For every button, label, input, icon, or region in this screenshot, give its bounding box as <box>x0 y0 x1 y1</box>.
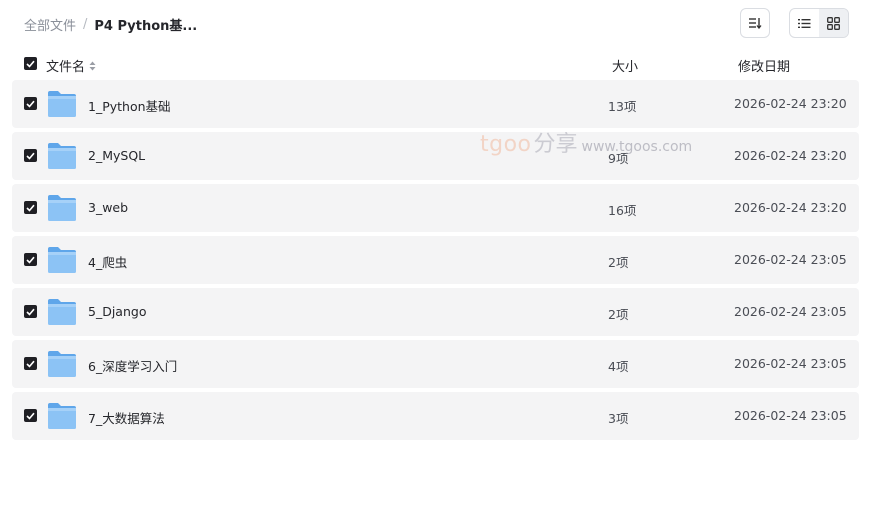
row-checkbox[interactable] <box>24 357 37 370</box>
sort-caret-icon <box>89 61 96 71</box>
select-all-checkbox[interactable] <box>24 57 37 70</box>
list-view-button[interactable] <box>790 9 819 37</box>
column-header-name[interactable]: 文件名 <box>46 56 96 75</box>
file-row[interactable]: 7_大数据算法 3项 2026-02-24 23:05 <box>12 392 859 440</box>
file-name[interactable]: 2_MySQL <box>88 148 145 163</box>
grid-view-icon <box>827 16 840 30</box>
file-name[interactable]: 4_爬虫 <box>88 252 127 271</box>
checkmark-icon <box>26 60 35 68</box>
file-name[interactable]: 1_Python基础 <box>88 96 171 115</box>
file-browser: 全部文件 / P4 Python基... 文件名 大小 修改日期 1_Pytho… <box>0 0 874 514</box>
row-checkbox[interactable] <box>24 305 37 318</box>
folder-icon <box>47 142 77 170</box>
sort-descending-icon <box>749 18 762 29</box>
breadcrumb: 全部文件 / P4 Python基... <box>24 14 197 34</box>
file-size: 4项 <box>608 359 629 374</box>
file-row[interactable]: 1_Python基础 13项 2026-02-24 23:20 <box>12 80 859 128</box>
row-checkbox[interactable] <box>24 253 37 266</box>
file-size: 2项 <box>608 255 629 270</box>
file-row[interactable]: 3_web 16项 2026-02-24 23:20 <box>12 184 859 232</box>
file-name[interactable]: 7_大数据算法 <box>88 408 165 427</box>
checkmark-icon <box>26 360 35 368</box>
checkmark-icon <box>26 256 35 264</box>
breadcrumb-current: P4 Python基... <box>94 18 198 34</box>
column-header-date: 修改日期 <box>738 60 791 75</box>
checkmark-icon <box>26 308 35 316</box>
sort-button[interactable] <box>740 8 770 38</box>
file-list: 1_Python基础 13项 2026-02-24 23:20 2_MySQL … <box>12 80 859 444</box>
column-header-size: 大小 <box>612 60 639 75</box>
file-modified-date: 2026-02-24 23:05 <box>734 356 847 371</box>
file-modified-date: 2026-02-24 23:20 <box>734 96 847 111</box>
file-name[interactable]: 3_web <box>88 200 128 215</box>
file-name[interactable]: 6_深度学习入门 <box>88 356 177 375</box>
grid-view-button[interactable] <box>819 9 848 37</box>
folder-icon <box>47 298 77 326</box>
folder-icon <box>47 350 77 378</box>
row-checkbox[interactable] <box>24 409 37 422</box>
file-modified-date: 2026-02-24 23:20 <box>734 148 847 163</box>
list-view-icon <box>798 18 811 28</box>
file-row[interactable]: 5_Django 2项 2026-02-24 23:05 <box>12 288 859 336</box>
file-modified-date: 2026-02-24 23:05 <box>734 408 847 423</box>
file-size: 16项 <box>608 203 637 218</box>
file-name[interactable]: 5_Django <box>88 304 146 319</box>
view-toggle <box>789 8 849 38</box>
folder-icon <box>47 90 77 118</box>
row-checkbox[interactable] <box>24 97 37 110</box>
file-size: 2项 <box>608 307 629 322</box>
breadcrumb-separator: / <box>83 16 88 32</box>
row-checkbox[interactable] <box>24 201 37 214</box>
file-modified-date: 2026-02-24 23:20 <box>734 200 847 215</box>
folder-icon <box>47 246 77 274</box>
file-row[interactable]: 6_深度学习入门 4项 2026-02-24 23:05 <box>12 340 859 388</box>
checkmark-icon <box>26 152 35 160</box>
checkmark-icon <box>26 412 35 420</box>
folder-icon <box>47 402 77 430</box>
checkmark-icon <box>26 100 35 108</box>
folder-icon <box>47 194 77 222</box>
file-row[interactable]: 2_MySQL 9项 2026-02-24 23:20 <box>12 132 859 180</box>
file-row[interactable]: 4_爬虫 2项 2026-02-24 23:05 <box>12 236 859 284</box>
file-size: 9项 <box>608 151 629 166</box>
row-checkbox[interactable] <box>24 149 37 162</box>
file-modified-date: 2026-02-24 23:05 <box>734 304 847 319</box>
file-size: 13项 <box>608 99 637 114</box>
breadcrumb-root-link[interactable]: 全部文件 <box>24 15 76 34</box>
file-modified-date: 2026-02-24 23:05 <box>734 252 847 267</box>
list-header: 文件名 大小 修改日期 <box>12 52 859 76</box>
column-header-name-label: 文件名 <box>46 60 86 75</box>
file-size: 3项 <box>608 411 629 426</box>
checkmark-icon <box>26 204 35 212</box>
